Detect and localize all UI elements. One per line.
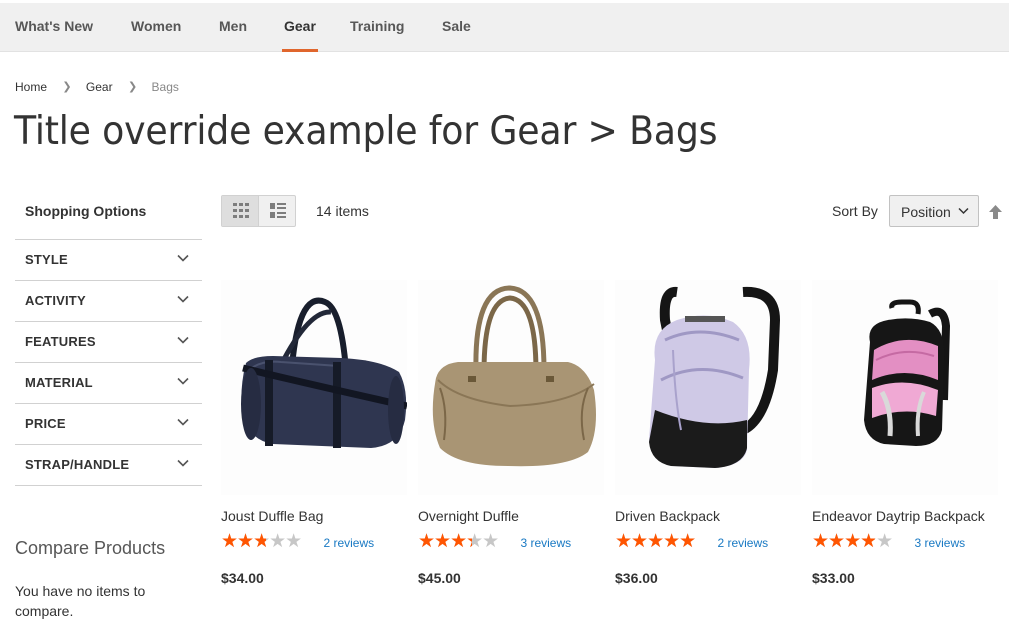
product-image[interactable] <box>418 280 604 495</box>
product-item: Overnight Duffle ★★★★★ ★★★★★ 3 reviews $… <box>418 280 604 586</box>
sort-by-value: Position <box>901 204 951 220</box>
filter-label: MATERIAL <box>25 375 93 390</box>
nav-item-sale[interactable]: Sale <box>442 3 471 52</box>
shopping-options-title: Shopping Options <box>25 203 147 219</box>
chevron-down-icon <box>177 418 189 426</box>
list-icon <box>270 203 286 218</box>
product-name[interactable]: Overnight Duffle <box>418 508 519 524</box>
filter-label: STYLE <box>25 252 68 267</box>
top-navigation: What's New Women Men Gear Training Sale <box>0 3 1009 52</box>
reviews-link[interactable]: 2 reviews <box>717 536 768 550</box>
filter-activity[interactable]: ACTIVITY <box>15 281 202 322</box>
product-rating: ★★★★★ ★★★★★ 3 reviews <box>418 531 571 552</box>
star-fill: ★★★★★ <box>418 531 472 552</box>
breadcrumb-home[interactable]: Home <box>15 80 47 94</box>
filter-price[interactable]: PRICE <box>15 404 202 445</box>
star-rating: ★★★★★ ★★★★★ <box>812 531 902 552</box>
grid-icon <box>233 203 249 218</box>
product-price: $45.00 <box>418 570 461 586</box>
nav-item-men[interactable]: Men <box>219 3 247 52</box>
duffle-bag-navy-icon <box>241 297 407 448</box>
sort-ascending-arrow-icon[interactable] <box>988 204 1003 220</box>
filter-strap-handle[interactable]: STRAP/HANDLE <box>15 445 202 486</box>
reviews-link[interactable]: 3 reviews <box>520 536 571 550</box>
chevron-right-icon: ❯ <box>62 81 72 94</box>
filter-features[interactable]: FEATURES <box>15 322 202 363</box>
star-rating: ★★★★★ ★★★★★ <box>221 531 311 552</box>
chevron-down-icon <box>177 295 189 303</box>
view-mode-switcher <box>221 195 296 227</box>
chevron-down-icon <box>177 336 189 344</box>
page-title: Title override example for Gear > Bags <box>14 109 718 154</box>
product-rating: ★★★★★ ★★★★★ 3 reviews <box>812 531 965 552</box>
star-rating: ★★★★★ ★★★★★ <box>418 531 508 552</box>
breadcrumb: Home ❯ Gear ❯ Bags <box>15 79 179 95</box>
filter-list: STYLE ACTIVITY FEATURES MATERIAL PRICE S… <box>15 239 202 486</box>
product-item: Driven Backpack ★★★★★ ★★★★★ 2 reviews $3… <box>615 280 801 586</box>
product-name[interactable]: Driven Backpack <box>615 508 720 524</box>
compare-empty-text: You have no items to compare. <box>15 583 146 619</box>
product-rating: ★★★★★ ★★★★★ 2 reviews <box>221 531 374 552</box>
star-rating: ★★★★★ ★★★★★ <box>615 531 705 552</box>
filter-label: STRAP/HANDLE <box>25 457 130 472</box>
reviews-link[interactable]: 3 reviews <box>914 536 965 550</box>
list-mode-button[interactable] <box>259 196 296 226</box>
item-count: 14 items <box>316 203 369 219</box>
star-fill: ★★★★★ <box>812 531 875 552</box>
chevron-down-icon <box>177 377 189 385</box>
product-image[interactable] <box>221 280 407 495</box>
product-name[interactable]: Endeavor Daytrip Backpack <box>812 508 985 524</box>
sort-by-label: Sort By <box>832 203 878 219</box>
product-item: Joust Duffle Bag ★★★★★ ★★★★★ 2 reviews $… <box>221 280 407 586</box>
nav-item-gear[interactable]: Gear <box>282 3 318 52</box>
filter-label: FEATURES <box>25 334 96 349</box>
filter-style[interactable]: STYLE <box>15 240 202 281</box>
product-name[interactable]: Joust Duffle Bag <box>221 508 323 524</box>
product-price: $33.00 <box>812 570 855 586</box>
product-price: $36.00 <box>615 570 658 586</box>
product-rating: ★★★★★ ★★★★★ 2 reviews <box>615 531 768 552</box>
reviews-link[interactable]: 2 reviews <box>323 536 374 550</box>
product-image[interactable] <box>615 280 801 495</box>
breadcrumb-current: Bags <box>151 79 179 94</box>
sort-by-select[interactable]: Position <box>889 195 979 227</box>
backpack-lavender-icon <box>649 286 781 468</box>
breadcrumb-gear[interactable]: Gear <box>86 80 113 94</box>
nav-item-whats-new[interactable]: What's New <box>15 3 93 52</box>
star-fill: ★★★★★ <box>221 531 266 552</box>
filter-label: PRICE <box>25 416 66 431</box>
filter-material[interactable]: MATERIAL <box>15 363 202 404</box>
duffle-bag-tan-icon <box>432 285 596 467</box>
filter-label: ACTIVITY <box>25 293 86 308</box>
chevron-down-icon <box>177 459 189 467</box>
product-image[interactable] <box>812 280 998 495</box>
chevron-down-icon <box>177 254 189 262</box>
nav-item-training[interactable]: Training <box>350 3 404 52</box>
backpack-pink-icon <box>864 299 951 446</box>
product-item: Endeavor Daytrip Backpack ★★★★★ ★★★★★ 3 … <box>812 280 998 586</box>
chevron-down-icon <box>958 207 969 215</box>
star-fill: ★★★★★ <box>615 531 696 552</box>
chevron-right-icon: ❯ <box>127 81 138 94</box>
product-price: $34.00 <box>221 570 264 586</box>
nav-item-women[interactable]: Women <box>131 3 181 52</box>
compare-products-title: Compare Products <box>15 538 166 558</box>
grid-mode-button[interactable] <box>222 196 259 226</box>
